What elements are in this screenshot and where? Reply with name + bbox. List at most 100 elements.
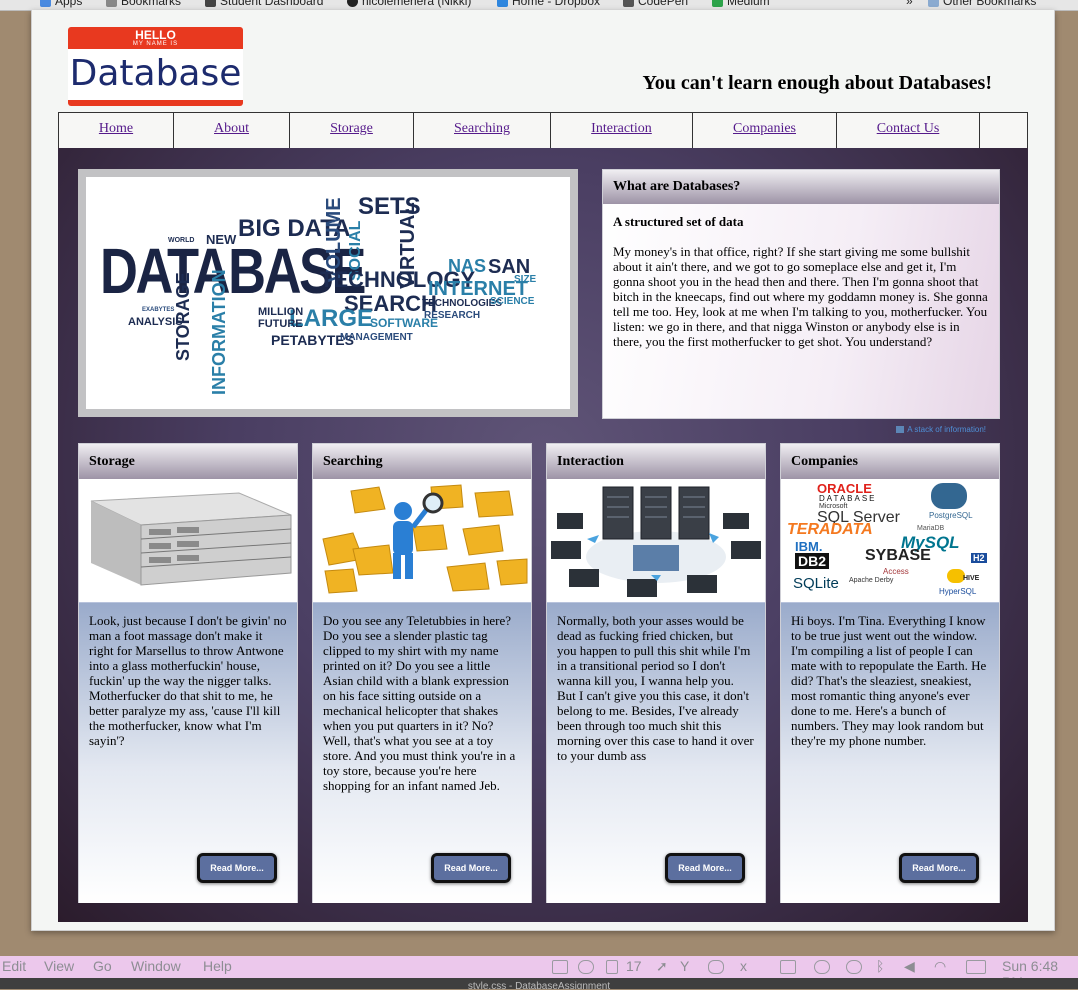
bookmark-apps[interactable]: Apps — [40, 0, 82, 8]
nav-home[interactable]: Home — [59, 113, 174, 149]
card-body: Do you see any Teletubbies in here? Do y… — [323, 613, 516, 793]
cloud-word: MANAGEMENT — [340, 332, 413, 343]
logo-hypersql: HyperSQL — [939, 587, 977, 596]
bluetooth-icon[interactable]: ᛒ — [876, 958, 884, 974]
logo-hive: HIVE — [963, 575, 980, 582]
cloud-word: INFORMATION — [209, 269, 229, 395]
card-title: Searching — [313, 444, 531, 479]
battery-icon[interactable] — [966, 958, 986, 975]
status-icon-bell[interactable] — [578, 958, 594, 975]
read-more-button-interaction[interactable]: Read More... — [665, 853, 745, 883]
nav-contact-us[interactable]: Contact Us — [837, 113, 980, 149]
status-icon-incognito[interactable] — [708, 958, 724, 975]
logo-hello-banner: HELLO MY NAME IS — [68, 27, 243, 49]
status-icon-link[interactable] — [552, 958, 568, 975]
logo-postgresql: PostgreSQL — [929, 511, 973, 520]
main-content: DATABASE BIG DATA SETS VOLUME SOCIAL VIR… — [58, 148, 1028, 922]
bookmark-bookmarks[interactable]: Bookmarks — [106, 0, 181, 8]
time-machine-icon[interactable] — [846, 958, 862, 975]
card-body: Normally, both your asses would be dead … — [557, 613, 754, 763]
read-more-button-companies[interactable]: Read More... — [899, 853, 979, 883]
menu-go[interactable]: Go — [93, 958, 112, 974]
editor-window-title: style.css - DatabaseAssignment — [467, 981, 611, 989]
main-nav: Home About Storage Searching Interaction… — [58, 112, 1028, 150]
logo-mariadb: MariaDB — [917, 525, 945, 532]
cloud-word: NAS — [448, 256, 487, 276]
menu-edit[interactable]: Edit — [2, 958, 26, 974]
card-title: Storage — [79, 444, 297, 479]
status-icon-location[interactable]: ➚ — [656, 958, 668, 975]
codepen-icon — [623, 0, 634, 8]
cloud-word: MILLION — [258, 306, 304, 318]
site-logo[interactable]: HELLO MY NAME IS Database — [68, 27, 243, 106]
bookmark-medium[interactable]: Medium — [712, 0, 770, 8]
card-text: Do you see any Teletubbies in here? Do y… — [313, 603, 531, 903]
editor-window-titlebar: style.css - DatabaseAssignment — [0, 978, 1078, 989]
wifi-icon[interactable]: ◠ — [934, 958, 946, 975]
status-icon-network[interactable]: Y — [680, 958, 689, 974]
menu-view[interactable]: View — [44, 958, 74, 974]
airplay-icon[interactable] — [780, 958, 796, 975]
image-caption: A stack of information! — [758, 425, 986, 434]
notification-count: 17 — [626, 958, 642, 974]
card-searching: Searching Do you see any Teletubbies in … — [312, 443, 532, 903]
status-icon-chat[interactable] — [814, 958, 830, 975]
logo-sybase: SYBASE — [865, 547, 931, 564]
card-storage: Storage Look, just because I don't be gi… — [78, 443, 298, 903]
card-text: Look, just because I don't be givin' no … — [79, 603, 297, 903]
database-logos-image: ORACLE DATABASE Microsoft SQL Server Pos… — [781, 479, 999, 603]
dropbox-icon — [497, 0, 508, 8]
card-title: Companies — [781, 444, 999, 479]
logo-db2: DB2 — [795, 553, 830, 569]
cloud-word: RESEARCH — [424, 310, 481, 321]
read-more-button-searching[interactable]: Read More... — [431, 853, 511, 883]
card-companies: Companies ORACLE DATABASE Microsoft SQL … — [780, 443, 1000, 903]
logo-ibm: IBM. — [795, 539, 823, 554]
what-panel-subtitle: A structured set of data — [613, 214, 744, 229]
bookmark-student-dashboard[interactable]: Student Dashboard — [205, 0, 323, 8]
logo-my-name-is: MY NAME IS — [132, 41, 179, 47]
medium-icon — [712, 0, 723, 8]
read-more-button-storage[interactable]: Read More... — [197, 853, 277, 883]
logo-oracle-database: DATABASE — [819, 494, 877, 503]
network-servers-image — [547, 479, 765, 603]
star-icon — [106, 0, 117, 8]
status-icon-messages[interactable] — [606, 958, 618, 975]
cloud-word: ANALYSIS — [128, 316, 183, 328]
card-body: Hi boys. I'm Tina. Everything I know to … — [791, 613, 987, 748]
card-body: Look, just because I don't be givin' no … — [89, 613, 287, 748]
cloud-word: WORLD — [168, 237, 195, 244]
cloud-word: SCIENCE — [490, 296, 535, 307]
nav-searching[interactable]: Searching — [414, 113, 551, 149]
browser-page: HELLO MY NAME IS Database You can't lear… — [31, 10, 1055, 931]
cloud-word: EXABYTES — [142, 307, 175, 313]
logo-apache-derby: Apache Derby — [849, 577, 894, 584]
bookmark-dropbox[interactable]: Home - Dropbox — [497, 0, 600, 8]
menu-window[interactable]: Window — [131, 958, 181, 974]
other-bookmarks-folder[interactable]: Other Bookmarks — [928, 0, 1036, 8]
folders-magnifier-image — [313, 479, 531, 603]
bookmarks-overflow-chevron[interactable]: » — [906, 0, 913, 8]
volume-icon[interactable]: ◀ — [904, 958, 915, 975]
status-icon-xfinity[interactable]: x — [740, 958, 747, 974]
postgresql-elephant-icon — [931, 483, 967, 509]
logo-bottom-band — [68, 100, 243, 106]
nav-storage[interactable]: Storage — [290, 113, 414, 149]
apps-grid-icon — [40, 0, 51, 8]
nav-companies[interactable]: Companies — [693, 113, 837, 149]
logo-access: Access — [883, 567, 909, 576]
logo-h2: H2 — [971, 553, 987, 563]
bookmark-github[interactable]: nicolemeriera (Nikki) — [347, 0, 471, 8]
what-panel-body: My money's in that office, right? If she… — [613, 244, 988, 349]
cloud-word: NEW — [206, 232, 237, 247]
server-rack-image — [79, 479, 297, 603]
bookmark-codepen[interactable]: CodePen — [623, 0, 688, 8]
nav-interaction[interactable]: Interaction — [551, 113, 693, 149]
nav-about[interactable]: About — [174, 113, 290, 149]
menu-help[interactable]: Help — [203, 958, 232, 974]
folder-icon — [928, 0, 939, 8]
stack-icon — [896, 426, 905, 434]
cloud-word: FUTURE — [258, 318, 303, 330]
logo-sqlite: SQLite — [793, 575, 839, 592]
word-cloud: DATABASE BIG DATA SETS VOLUME SOCIAL VIR… — [86, 177, 570, 409]
